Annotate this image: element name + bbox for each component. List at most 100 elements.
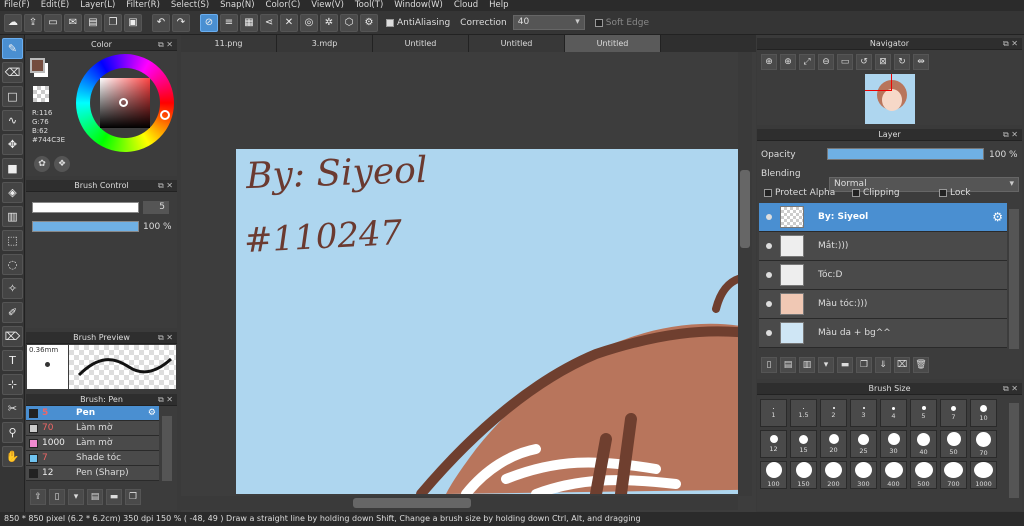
chat-icon[interactable]: ✉: [64, 13, 82, 32]
brush-size-option[interactable]: 2: [820, 399, 847, 427]
duplicate-layer-icon[interactable]: ❐: [856, 357, 872, 373]
ellipse-select-tool-icon[interactable]: ◌: [2, 254, 23, 275]
antialiasing-checkbox[interactable]: [386, 18, 394, 27]
zoom-in-alt-icon[interactable]: ⊕: [780, 54, 796, 70]
antialiasing-toggle[interactable]: AntiAliasing: [386, 18, 450, 28]
curve-snap-icon[interactable]: ✲: [320, 13, 338, 32]
drawing-canvas[interactable]: By: Siyeol #110247: [236, 149, 739, 494]
brush-size-option[interactable]: 700: [940, 461, 967, 489]
vertical-scroll-thumb[interactable]: [740, 170, 750, 248]
grid-snap-icon[interactable]: ▦: [240, 13, 258, 32]
protect-alpha-toggle[interactable]: Protect Alpha: [764, 188, 835, 198]
brush-item[interactable]: 12 Pen (Sharp): [26, 466, 159, 481]
palette-icon[interactable]: ✿: [34, 156, 50, 172]
delete-layer-icon[interactable]: 🗑: [913, 357, 929, 373]
brush-copy-icon[interactable]: ❐: [125, 489, 141, 505]
brush-size-option[interactable]: 30: [880, 430, 907, 458]
brush-size-option[interactable]: 1000: [970, 461, 997, 489]
color-set-icon[interactable]: ❖: [54, 156, 70, 172]
clipping-toggle[interactable]: Clipping: [852, 188, 900, 198]
correction-select[interactable]: 40: [512, 15, 585, 30]
menu-tool[interactable]: Tool(T): [355, 0, 383, 11]
brush-size-option[interactable]: 500: [910, 461, 937, 489]
fit-window-icon[interactable]: ⤢: [799, 54, 815, 70]
select-eraser-tool-icon[interactable]: ⌦: [2, 326, 23, 347]
polygon-snap-icon[interactable]: ⬡: [340, 13, 358, 32]
magic-wand-tool-icon[interactable]: ✧: [2, 278, 23, 299]
tab-untitled-1[interactable]: Untitled: [373, 35, 469, 52]
tab-11png[interactable]: 11.png: [181, 35, 277, 52]
brush-size-slider[interactable]: [32, 202, 139, 213]
redo-icon[interactable]: ↷: [172, 13, 190, 32]
canvas-horizontal-scrollbar[interactable]: [181, 496, 738, 510]
protect-alpha-checkbox[interactable]: [764, 189, 772, 197]
soft-edge-toggle[interactable]: Soft Edge: [594, 18, 649, 28]
brush-item[interactable]: 7 Shade tóc: [26, 451, 159, 466]
lock-toggle[interactable]: Lock: [939, 188, 971, 198]
tab-3mdp[interactable]: 3.mdp: [277, 35, 373, 52]
brush-size-option[interactable]: 15: [790, 430, 817, 458]
brush-size-option[interactable]: 10: [970, 399, 997, 427]
snap-settings-icon[interactable]: ⚙: [360, 13, 378, 32]
actual-size-icon[interactable]: ▭: [837, 54, 853, 70]
brush-size-option[interactable]: 50: [940, 430, 967, 458]
menu-snap[interactable]: Snap(N): [220, 0, 254, 11]
brush-tool-icon[interactable]: ✎: [2, 38, 23, 59]
panel-close-icon[interactable]: ⧉ ✕: [158, 332, 173, 344]
brush-size-option[interactable]: 3: [850, 399, 877, 427]
tab-untitled-3[interactable]: Untitled: [565, 35, 661, 52]
eye-icon[interactable]: [766, 301, 772, 307]
eye-icon[interactable]: [766, 330, 772, 336]
panel-close-icon[interactable]: ⧉ ✕: [1003, 129, 1018, 141]
brush-size-option[interactable]: 7: [940, 399, 967, 427]
brush-size-option[interactable]: 200: [820, 461, 847, 489]
transparent-color-icon[interactable]: [33, 86, 49, 102]
panel-close-icon[interactable]: ⧉ ✕: [158, 180, 173, 192]
rect-select-tool-icon[interactable]: □: [2, 86, 23, 107]
brush-size-option[interactable]: 1: [760, 399, 787, 427]
layer-list-scrollbar[interactable]: [1009, 209, 1019, 349]
circle-snap-icon[interactable]: ◎: [300, 13, 318, 32]
radial-snap-icon[interactable]: ⋖: [260, 13, 278, 32]
eye-icon[interactable]: [766, 214, 772, 220]
hand-tool-icon[interactable]: ✋: [2, 446, 23, 467]
brush-size-option[interactable]: 20: [820, 430, 847, 458]
brush-size-option[interactable]: 70: [970, 430, 997, 458]
eraser-tool-icon[interactable]: ⌫: [2, 62, 23, 83]
brush-cloud-icon[interactable]: ⇪: [30, 489, 46, 505]
parallel-snap-icon[interactable]: ≡: [220, 13, 238, 32]
select-pen-tool-icon[interactable]: ✐: [2, 302, 23, 323]
menu-layer[interactable]: Layer(L): [80, 0, 115, 11]
brush-document-icon[interactable]: ▤: [87, 489, 103, 505]
select-tool-icon[interactable]: ⬚: [2, 230, 23, 251]
menu-edit[interactable]: Edit(E): [41, 0, 69, 11]
layer-item[interactable]: Tóc:D: [759, 261, 1007, 290]
no-snap-icon[interactable]: ⊘: [200, 13, 218, 32]
brush-item[interactable]: 1000 Làm mờ: [26, 436, 159, 451]
brush-size-option[interactable]: 25: [850, 430, 877, 458]
horizontal-scroll-thumb[interactable]: [353, 498, 471, 508]
pages-icon[interactable]: ❐: [104, 13, 122, 32]
brush-size-option[interactable]: 5: [910, 399, 937, 427]
zoom-out-icon[interactable]: ⊖: [818, 54, 834, 70]
new-brush-icon[interactable]: ▯: [49, 489, 65, 505]
layer-opacity-slider[interactable]: [827, 148, 984, 160]
menu-filter[interactable]: Filter(R): [126, 0, 160, 11]
fullscreen-icon[interactable]: ▣: [124, 13, 142, 32]
brush-item[interactable]: 70 Làm mờ: [26, 421, 159, 436]
brush-add-menu-icon[interactable]: ▾: [68, 489, 84, 505]
move-tool-icon[interactable]: ✥: [2, 134, 23, 155]
brush-size-option[interactable]: 4: [880, 399, 907, 427]
color-picker-marker[interactable]: [119, 98, 128, 107]
menu-select[interactable]: Select(S): [171, 0, 209, 11]
new-halftone-layer-icon[interactable]: ▤: [780, 357, 796, 373]
rotate-left-icon[interactable]: ↺: [856, 54, 872, 70]
undo-icon[interactable]: ↶: [152, 13, 170, 32]
brush-size-scrollbar[interactable]: [1009, 403, 1019, 498]
layer-item[interactable]: Màu tóc:))): [759, 290, 1007, 319]
brush-size-option[interactable]: 40: [910, 430, 937, 458]
navigator-thumbnail[interactable]: [865, 74, 915, 124]
cloud-icon[interactable]: ☁: [4, 13, 22, 32]
menu-color[interactable]: Color(C): [266, 0, 301, 11]
brush-opacity-slider[interactable]: [32, 221, 139, 232]
